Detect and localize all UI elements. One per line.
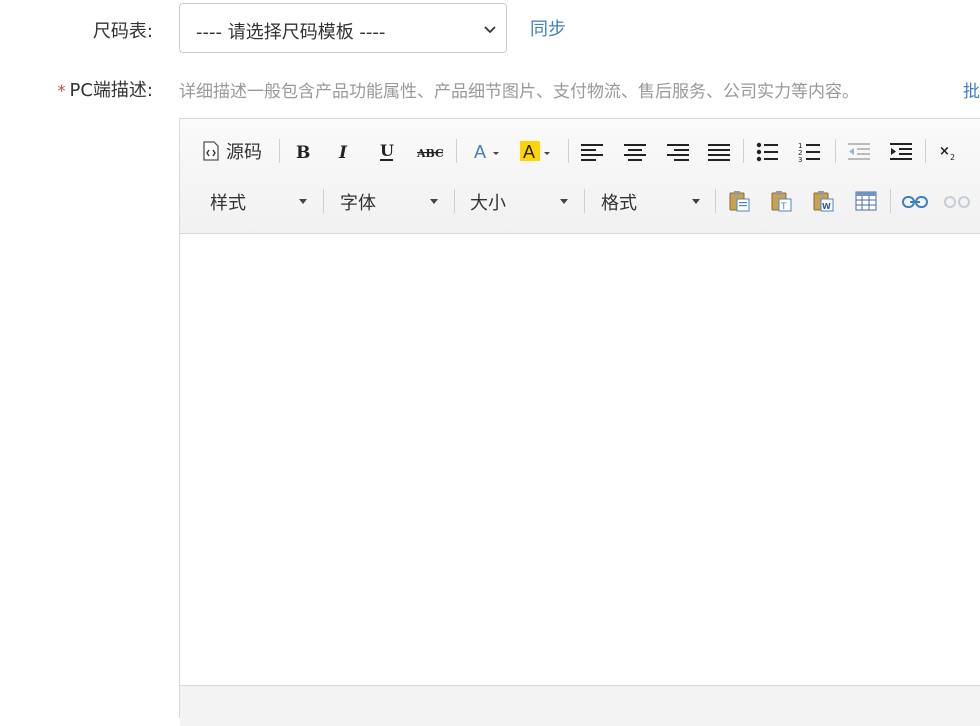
batch-link[interactable]: 批 bbox=[963, 77, 980, 102]
rich-text-editor: 源码 B I U ABC A A 1 2 3 × 2 样式 字体 大小 格式 T… bbox=[179, 118, 980, 726]
paste-text-icon: T bbox=[771, 191, 792, 212]
outdent-button[interactable] bbox=[847, 141, 871, 163]
svg-text:3: 3 bbox=[798, 156, 802, 163]
toolbar-separator bbox=[835, 139, 836, 163]
italic-icon: I bbox=[338, 143, 348, 162]
bold-icon: B bbox=[296, 143, 310, 162]
style-combo-label: 样式 bbox=[210, 193, 246, 214]
caret-down-icon bbox=[692, 199, 700, 204]
toolbar-separator bbox=[279, 139, 280, 163]
subscript-button[interactable]: × 2 bbox=[937, 141, 961, 163]
justify-button[interactable] bbox=[707, 141, 731, 163]
font-size-combo[interactable]: 大小 bbox=[470, 187, 570, 215]
caret-down-icon bbox=[299, 199, 307, 204]
table-icon bbox=[855, 191, 877, 211]
size-template-select[interactable]: ---- 请选择尺码模板 ---- bbox=[179, 3, 507, 53]
align-left-icon bbox=[581, 144, 603, 161]
strikethrough-button[interactable]: ABC bbox=[416, 141, 444, 163]
subscript-icon: × 2 bbox=[939, 144, 955, 162]
size-chart-label: 尺码表: bbox=[92, 21, 153, 42]
source-button[interactable]: 源码 bbox=[202, 137, 262, 165]
underline-icon: U bbox=[380, 141, 394, 161]
numbered-list-button[interactable]: 123 bbox=[797, 141, 821, 163]
align-center-button[interactable] bbox=[623, 141, 647, 163]
text-color-icon: A bbox=[474, 142, 499, 162]
bg-color-button[interactable]: A bbox=[518, 139, 554, 165]
toolbar-separator bbox=[715, 189, 716, 213]
svg-text:I: I bbox=[338, 143, 348, 162]
chevron-down-icon bbox=[484, 26, 496, 34]
paste-icon bbox=[729, 191, 750, 212]
strikethrough-icon: ABC bbox=[416, 147, 444, 160]
link-button[interactable] bbox=[902, 191, 928, 213]
toolbar-separator bbox=[323, 189, 324, 213]
indent-icon bbox=[890, 143, 912, 160]
editor-status-bar bbox=[180, 685, 980, 726]
font-size-combo-label: 大小 bbox=[470, 193, 506, 214]
caret-down-icon bbox=[430, 199, 438, 204]
svg-text:A: A bbox=[474, 142, 486, 162]
style-combo[interactable]: 样式 bbox=[210, 187, 310, 215]
toolbar-separator bbox=[568, 139, 569, 163]
unlink-icon bbox=[944, 196, 970, 208]
toolbar-separator bbox=[454, 189, 455, 213]
toolbar-separator bbox=[456, 139, 457, 163]
indent-button[interactable] bbox=[889, 141, 913, 163]
source-label: 源码 bbox=[226, 142, 262, 163]
bulleted-list-button[interactable] bbox=[755, 141, 779, 163]
paste-word-button[interactable]: W bbox=[812, 189, 836, 213]
paste-word-icon: W bbox=[813, 191, 834, 212]
outdent-icon bbox=[848, 143, 870, 160]
svg-text:B: B bbox=[296, 143, 310, 162]
svg-text:T: T bbox=[780, 202, 787, 212]
unlink-button[interactable] bbox=[944, 191, 970, 213]
align-left-button[interactable] bbox=[580, 141, 604, 163]
format-combo-label: 格式 bbox=[601, 193, 637, 214]
svg-text:ABC: ABC bbox=[416, 147, 444, 160]
align-center-icon bbox=[624, 144, 646, 161]
underline-button[interactable]: U bbox=[376, 141, 398, 163]
toolbar-separator bbox=[743, 139, 744, 163]
svg-text:W: W bbox=[822, 202, 831, 211]
toolbar-separator bbox=[890, 189, 891, 213]
italic-button[interactable]: I bbox=[334, 141, 356, 163]
pc-description-label: * PC端描述: bbox=[0, 76, 154, 102]
paste-text-button[interactable]: T bbox=[770, 189, 794, 213]
sync-link[interactable]: 同步 bbox=[530, 15, 566, 41]
link-icon bbox=[902, 196, 928, 208]
justify-icon bbox=[708, 144, 730, 161]
toolbar-separator bbox=[584, 189, 585, 213]
pc-description-label-text: PC端描述: bbox=[69, 80, 154, 101]
paste-button[interactable] bbox=[728, 189, 752, 213]
format-combo[interactable]: 格式 bbox=[601, 187, 701, 215]
required-mark: * bbox=[57, 81, 66, 100]
font-combo[interactable]: 字体 bbox=[340, 187, 440, 215]
bulleted-list-icon bbox=[756, 142, 778, 162]
svg-text:A: A bbox=[523, 142, 535, 162]
bg-color-icon: A bbox=[520, 141, 550, 162]
source-icon bbox=[203, 141, 219, 161]
editor-content-area[interactable] bbox=[180, 234, 980, 684]
svg-text:×: × bbox=[939, 144, 950, 159]
align-right-button[interactable] bbox=[666, 141, 690, 163]
bold-button[interactable]: B bbox=[292, 141, 314, 163]
size-template-select-value: ---- 请选择尺码模板 ---- bbox=[196, 22, 386, 43]
caret-down-icon bbox=[560, 199, 568, 204]
table-button[interactable] bbox=[854, 189, 878, 213]
text-color-button[interactable]: A bbox=[472, 139, 506, 165]
align-right-icon bbox=[667, 144, 689, 161]
font-combo-label: 字体 bbox=[340, 193, 376, 214]
svg-text:U: U bbox=[380, 141, 394, 160]
toolbar-separator bbox=[925, 139, 926, 163]
pc-description-hint: 详细描述一般包含产品功能属性、产品细节图片、支付物流、售后服务、公司实力等内容。 bbox=[179, 82, 859, 102]
numbered-list-icon: 123 bbox=[798, 142, 820, 163]
svg-text:2: 2 bbox=[950, 153, 955, 162]
editor-toolbar: 源码 B I U ABC A A 1 2 3 × 2 样式 字体 大小 格式 T… bbox=[180, 119, 980, 234]
